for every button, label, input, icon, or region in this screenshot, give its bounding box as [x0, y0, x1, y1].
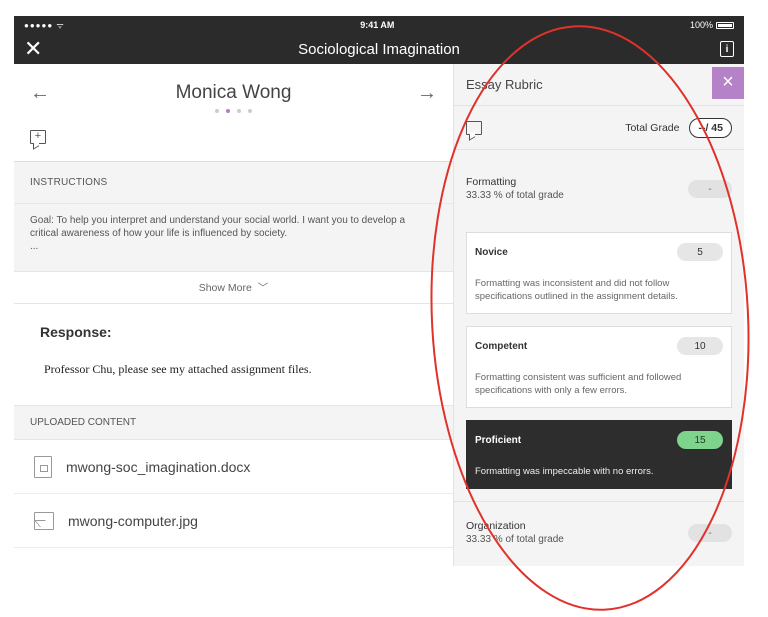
level-card-competent[interactable]: Competent 10 Formatting consistent was s… — [466, 326, 732, 408]
criterion-name: Formatting — [466, 176, 517, 188]
criterion-info: Formatting 33.33 % of total grade — [466, 176, 564, 232]
instructions-line: critical awareness of how your life is i… — [30, 228, 288, 239]
page-title: Sociological Imagination — [298, 40, 460, 58]
image-icon — [34, 511, 54, 530]
show-more-button[interactable]: Show More ﹀ — [14, 272, 453, 304]
response-text: Professor Chu, please see my attached as… — [44, 362, 312, 376]
total-grade-row: Total Grade --/ 45 — [454, 106, 744, 150]
submission-pane: ← Monica Wong → + INSTRUCTIONS Goal: To … — [14, 64, 453, 566]
criterion-score[interactable]: - — [688, 524, 732, 542]
previous-student-arrow-icon[interactable]: ← — [30, 82, 50, 105]
criterion-name: Organization — [466, 520, 526, 532]
file-item[interactable]: mwong-computer.jpg — [14, 494, 453, 548]
rubric-header: Essay Rubric × — [454, 64, 744, 106]
level-name: Novice — [475, 246, 508, 258]
rubric-comment-icon[interactable] — [466, 120, 482, 135]
criterion-organization: Organization 33.33 % of total grade - — [454, 501, 744, 545]
rubric-panel: Essay Rubric × Total Grade --/ 45 Format… — [453, 64, 744, 566]
student-name: Monica Wong — [175, 82, 292, 103]
page-indicator — [14, 109, 453, 113]
clock: 9:41 AM — [360, 20, 395, 30]
page-dot — [237, 109, 241, 113]
close-icon[interactable]: ✕ — [24, 38, 42, 60]
level-header: Novice 5 — [475, 243, 723, 261]
show-more-label: Show More — [198, 281, 252, 294]
total-grade-value[interactable]: --/ 45 — [689, 117, 732, 138]
rubric-title: Essay Rubric — [466, 77, 543, 92]
rubric-close-button[interactable]: × — [712, 66, 744, 99]
level-points[interactable]: 10 — [677, 337, 723, 355]
battery-indicator: 100% — [690, 20, 734, 30]
main-content: ← Monica Wong → + INSTRUCTIONS Goal: To … — [14, 64, 744, 566]
page-dot — [215, 109, 219, 113]
criterion-weight: 33.33 % of total grade — [466, 534, 564, 545]
total-grade: Total Grade --/ 45 — [625, 117, 732, 138]
response-section: Response: Professor Chu, please see my a… — [14, 304, 453, 406]
level-card-novice[interactable]: Novice 5 Formatting was inconsistent and… — [466, 232, 732, 314]
file-name: mwong-computer.jpg — [68, 512, 198, 529]
comment-toolbar: + — [14, 122, 453, 162]
instructions-line: Goal: To help you interpret and understa… — [30, 215, 406, 226]
battery-percent: 100% — [689, 20, 713, 30]
info-icon[interactable]: i — [720, 41, 734, 57]
instructions-ellipsis: ... — [30, 241, 39, 252]
page-dot-active — [226, 109, 230, 113]
signal-indicator: ●●●●● ᯤ — [24, 20, 65, 30]
criterion-info: Organization 33.33 % of total grade — [466, 520, 564, 545]
total-grade-label: Total Grade — [625, 121, 680, 134]
page-dot — [248, 109, 252, 113]
document-icon — [34, 455, 52, 478]
level-description: Formatting consistent was sufficient and… — [475, 372, 682, 396]
app-screen: ●●●●● ᯤ 9:41 AM 100% ✕ Sociological Imag… — [14, 16, 744, 566]
level-points[interactable]: 15 — [677, 431, 723, 449]
level-card-proficient[interactable]: Proficient 15 Formatting was impeccable … — [466, 420, 732, 489]
level-points[interactable]: 5 — [677, 243, 723, 261]
response-heading: Response: — [40, 324, 112, 340]
battery-icon — [716, 21, 734, 29]
level-header: Proficient 15 — [475, 431, 723, 449]
level-name: Competent — [475, 340, 528, 352]
file-name: mwong-soc_imagination.docx — [66, 458, 251, 475]
add-comment-icon[interactable]: + — [30, 130, 46, 144]
level-name: Proficient — [475, 434, 522, 446]
file-item[interactable]: mwong-soc_imagination.docx — [14, 440, 453, 494]
nav-bar: ✕ Sociological Imagination i — [14, 34, 744, 64]
criterion-weight: 33.33 % of total grade — [466, 190, 564, 201]
next-student-arrow-icon[interactable]: → — [417, 82, 437, 105]
status-bar: ●●●●● ᯤ 9:41 AM 100% — [14, 16, 744, 34]
criterion-formatting: Formatting 33.33 % of total grade - — [454, 150, 744, 232]
criterion-score[interactable]: - — [688, 180, 732, 198]
level-description: Formatting was impeccable with no errors… — [475, 466, 654, 477]
uploaded-content-heading: UPLOADED CONTENT — [14, 406, 453, 440]
level-description: Formatting was inconsistent and did not … — [475, 278, 678, 302]
instructions-heading: INSTRUCTIONS — [14, 162, 453, 204]
student-switcher: ← Monica Wong → — [14, 64, 453, 122]
level-header: Competent 10 — [475, 337, 723, 355]
instructions-text: Goal: To help you interpret and understa… — [14, 204, 453, 272]
chevron-down-icon: ﹀ — [257, 282, 269, 294]
